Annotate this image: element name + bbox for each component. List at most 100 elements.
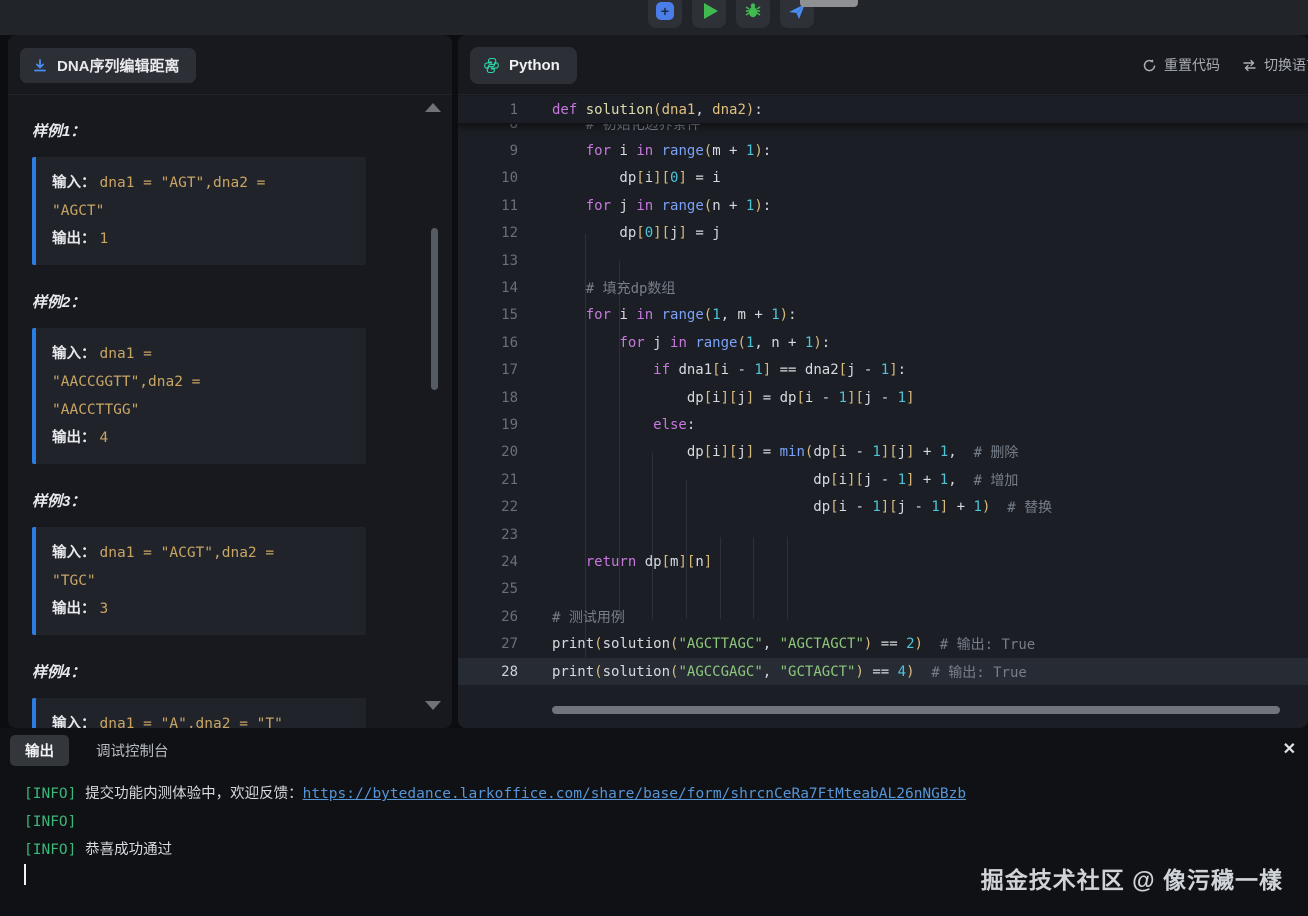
scroll-up-arrow[interactable] (425, 103, 441, 112)
close-icon[interactable]: ✕ (1283, 739, 1296, 759)
sample-block: 输入： dna1 = "A",dna2 = "T"输出： 1 (32, 698, 366, 728)
editor-horizontal-scrollbar[interactable] (552, 706, 1280, 714)
code-line-21[interactable]: 21 dp[i][j - 1] + 1, # 增加 (458, 466, 1308, 493)
sample-line: 输出： 3 (52, 595, 352, 623)
python-icon (483, 57, 500, 74)
bug-icon (743, 1, 763, 21)
code-line-26[interactable]: 26# 测试用例 (458, 603, 1308, 630)
code-line-10[interactable]: 10 dp[i][0] = i (458, 165, 1308, 192)
sample-label: 输入： (52, 346, 100, 362)
code-line-23[interactable]: 23 (458, 521, 1308, 548)
line-number: 12 (458, 225, 552, 241)
sample-heading: 样例1： (32, 120, 428, 141)
sample-line: "AGCT" (52, 197, 352, 225)
code-line-17[interactable]: 17 if dna1[i - 1] == dna2[j - 1]: (458, 357, 1308, 384)
sample-line: 输出： 1 (52, 225, 352, 253)
reset-icon (1142, 58, 1157, 73)
code-line-20[interactable]: 20 dp[i][j] = min(dp[i - 1][j] + 1, # 删除 (458, 439, 1308, 466)
console-line: [INFO] 恭喜成功通过 (24, 836, 1298, 864)
code-line-25[interactable]: 25 (458, 576, 1308, 603)
sample-line: "AACCTTGG" (52, 396, 352, 424)
code-line-15[interactable]: 15 for i in range(1, m + 1): (458, 302, 1308, 329)
code-line-19[interactable]: 19 else: (458, 411, 1308, 438)
code-editor[interactable]: 8 # 初始化边界条件9 for i in range(m + 1):10 dp… (458, 96, 1308, 728)
code-line-28[interactable]: 28print(solution("AGCCGAGC", "GCTAGCT") … (458, 658, 1308, 685)
language-tab[interactable]: Python (470, 47, 577, 84)
code-line-12[interactable]: 12 dp[0][j] = j (458, 220, 1308, 247)
code-line-18[interactable]: 18 dp[i][j] = dp[i - 1][j - 1] (458, 384, 1308, 411)
watermark: 掘金技术社区 @ 像污穢一樣 (981, 861, 1283, 895)
line-number: 22 (458, 499, 552, 515)
problem-title-chip[interactable]: DNA序列编辑距离 (20, 48, 196, 83)
sample-line: "AACCGGTT",dna2 = (52, 368, 352, 396)
line-number: 24 (458, 554, 552, 570)
console-line: [INFO] 提交功能内测体验中，欢迎反馈：https://bytedance.… (24, 780, 1298, 808)
add-button[interactable]: + (648, 0, 682, 28)
run-button[interactable] (692, 0, 726, 28)
code-line-16[interactable]: 16 for j in range(1, n + 1): (458, 329, 1308, 356)
problem-title: DNA序列编辑距离 (57, 55, 180, 76)
sample-line: "TGC" (52, 567, 352, 595)
line-number: 9 (458, 143, 552, 159)
problem-panel-header: DNA序列编辑距离 (8, 35, 452, 95)
code-line-9[interactable]: 9 for i in range(m + 1): (458, 137, 1308, 164)
line-number: 11 (458, 198, 552, 214)
sample-value: 3 (100, 601, 109, 617)
line-number: 13 (458, 253, 552, 269)
language-tab-label: Python (509, 57, 560, 74)
switch-language-label: 切换语言 (1264, 55, 1308, 75)
line-number: 18 (458, 390, 552, 406)
left-scrollbar-thumb[interactable] (431, 228, 438, 390)
feedback-link[interactable]: https://bytedance.larkoffice.com/share/b… (303, 786, 966, 802)
sample-label: 输出： (52, 601, 100, 617)
problem-description: 样例1： 输入： dna1 = "AGT",dna2 = "AGCT" 输出： 1 样例… (8, 96, 428, 728)
sticky-code-line: 1def solution(dna1, dna2): (458, 96, 1308, 124)
debug-button[interactable] (736, 0, 770, 28)
sample-label: 输入： (52, 175, 100, 191)
tooltip-remnant (800, 0, 858, 7)
code-line-27[interactable]: 27print(solution("AGCTTAGC", "AGCTAGCT")… (458, 630, 1308, 657)
info-tag: [INFO] (24, 786, 85, 802)
sample-block: 输入： dna1 = "ACGT",dna2 ="TGC"输出： 3 (32, 527, 366, 635)
sample-heading: 样例2： (32, 291, 428, 312)
sample-value: "AACCGGTT",dna2 = (52, 374, 200, 390)
log-text: 提交功能内测体验中，欢迎反馈： (85, 786, 303, 802)
tab-debug-console[interactable]: 调试控制台 (81, 735, 184, 766)
sample-value: 1 (100, 231, 109, 247)
line-number: 14 (458, 280, 552, 296)
code-line-24[interactable]: 24 return dp[m][n] (458, 548, 1308, 575)
sample-line: 输入： dna1 = "A",dna2 = "T" (52, 710, 352, 728)
switch-language-button[interactable]: 切换语言 (1242, 55, 1308, 75)
sample-label: 输出： (52, 231, 100, 247)
sample-block: 输入： dna1 = "AGT",dna2 = "AGCT" 输出： 1 (32, 157, 366, 265)
reset-code-button[interactable]: 重置代码 (1142, 55, 1220, 75)
console-header: 输出 调试控制台 ✕ (0, 728, 1308, 772)
sample-label: 输入： (52, 716, 100, 728)
toolbar-button-group: + (648, 0, 814, 28)
code-line-13[interactable]: 13 (458, 247, 1308, 274)
code-line-11[interactable]: 11 for j in range(n + 1): (458, 192, 1308, 219)
line-number: 25 (458, 581, 552, 597)
code-line-14[interactable]: 14 # 填充dp数组 (458, 274, 1308, 301)
code-line-22[interactable]: 22 dp[i - 1][j - 1] + 1) # 替换 (458, 493, 1308, 520)
info-tag: [INFO] (24, 842, 85, 858)
scroll-down-arrow[interactable] (425, 701, 441, 710)
console-line: [INFO] (24, 808, 1298, 836)
sample-line: 输入： dna1 = "AGT",dna2 = (52, 169, 352, 197)
switch-icon (1242, 58, 1257, 73)
sample-line: 输出： 4 (52, 424, 352, 452)
console-log: [INFO] 提交功能内测体验中，欢迎反馈：https://bytedance.… (24, 780, 1298, 864)
sample-value: 4 (100, 430, 109, 446)
sample-value: dna1 = (100, 346, 152, 362)
line-number: 28 (458, 664, 552, 680)
sample-line: 输入： dna1 = "ACGT",dna2 = (52, 539, 352, 567)
sample-label: 输出： (52, 430, 100, 446)
tab-output[interactable]: 输出 (10, 735, 69, 766)
line-number: 26 (458, 609, 552, 625)
line-number: 15 (458, 307, 552, 323)
line-number: 16 (458, 335, 552, 351)
sample-value: "AGCT" (52, 203, 104, 219)
reset-code-label: 重置代码 (1164, 55, 1220, 75)
sample-heading: 样例3： (32, 490, 428, 511)
add-icon: + (656, 2, 674, 20)
